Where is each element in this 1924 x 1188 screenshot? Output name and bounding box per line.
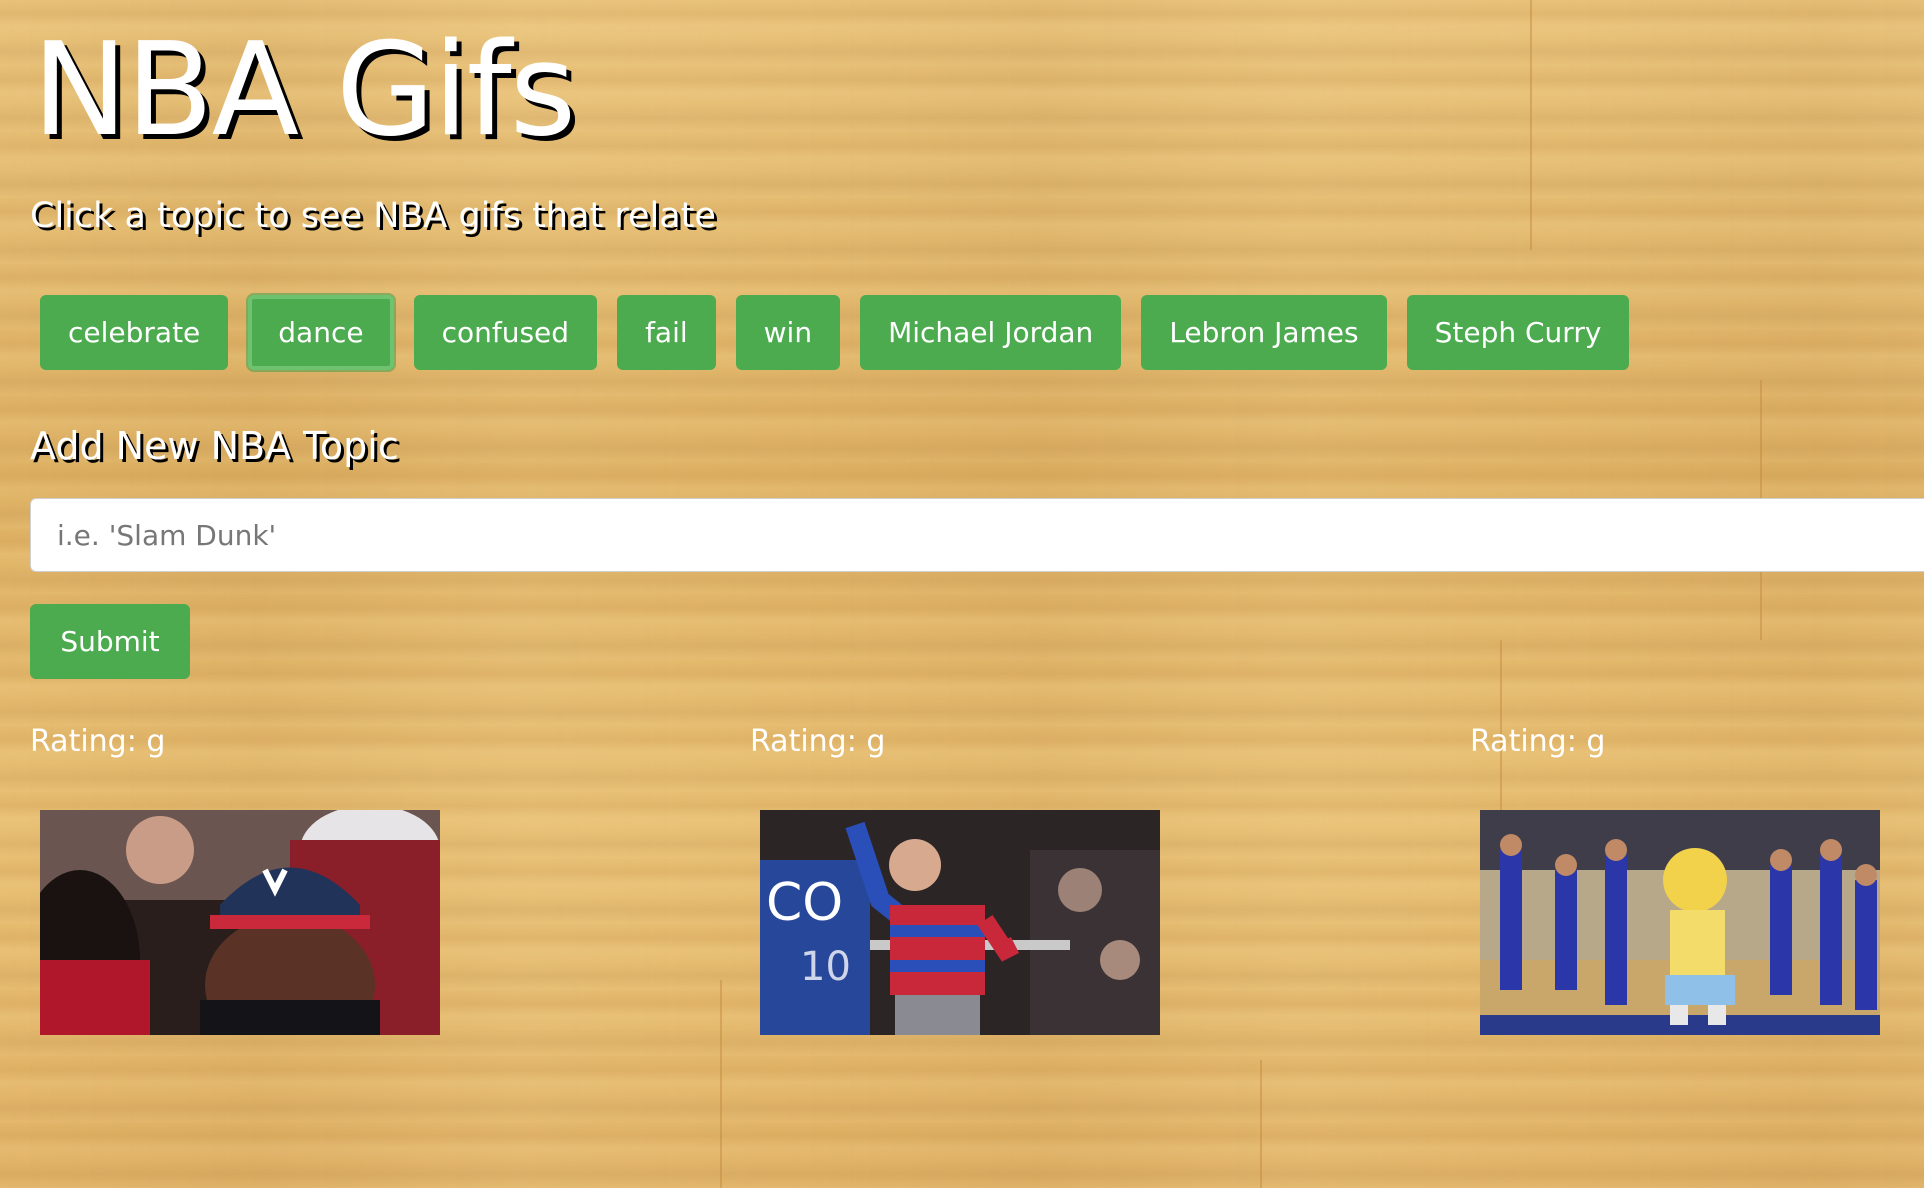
- mascot-dancers-gif[interactable]: [1480, 810, 1880, 1035]
- topic-button-confused[interactable]: confused: [413, 295, 598, 370]
- page-subtitle: Click a topic to see NBA gifs that relat…: [30, 196, 716, 236]
- fan-cap-gif[interactable]: [40, 810, 440, 1035]
- gif-rating: Rating: g: [750, 724, 886, 759]
- topic-button-michael-jordan[interactable]: Michael Jordan: [860, 295, 1122, 370]
- sweater-fan-dancing-gif[interactable]: CO 10: [760, 810, 1160, 1035]
- gif-rating: Rating: g: [30, 724, 166, 759]
- svg-text:10: 10: [800, 944, 851, 990]
- page-title: NBA Gifs: [32, 16, 576, 165]
- topic-button-dance[interactable]: dance: [248, 295, 394, 370]
- add-topic-label: Add New NBA Topic: [30, 424, 399, 468]
- topic-button-win[interactable]: win: [735, 295, 841, 370]
- gif-rating: Rating: g: [1470, 724, 1606, 759]
- gif-card: Rating: g CO 10: [750, 720, 1190, 1035]
- gif-card: Rating: g: [30, 720, 470, 1035]
- topic-button-celebrate[interactable]: celebrate: [40, 295, 229, 370]
- gif-card: Rating: g: [1470, 720, 1910, 1035]
- wood-seam: [1530, 0, 1532, 250]
- wood-seam: [720, 980, 722, 1188]
- new-topic-input[interactable]: [30, 498, 1924, 572]
- topic-button-fail[interactable]: fail: [617, 295, 716, 370]
- topic-buttons: celebrate dance confused fail win Michae…: [40, 295, 1630, 370]
- submit-button[interactable]: Submit: [30, 604, 190, 679]
- svg-text:CO: CO: [766, 873, 843, 933]
- topic-button-lebron-james[interactable]: Lebron James: [1141, 295, 1387, 370]
- topic-button-steph-curry[interactable]: Steph Curry: [1406, 295, 1630, 370]
- wood-seam: [1260, 1060, 1262, 1188]
